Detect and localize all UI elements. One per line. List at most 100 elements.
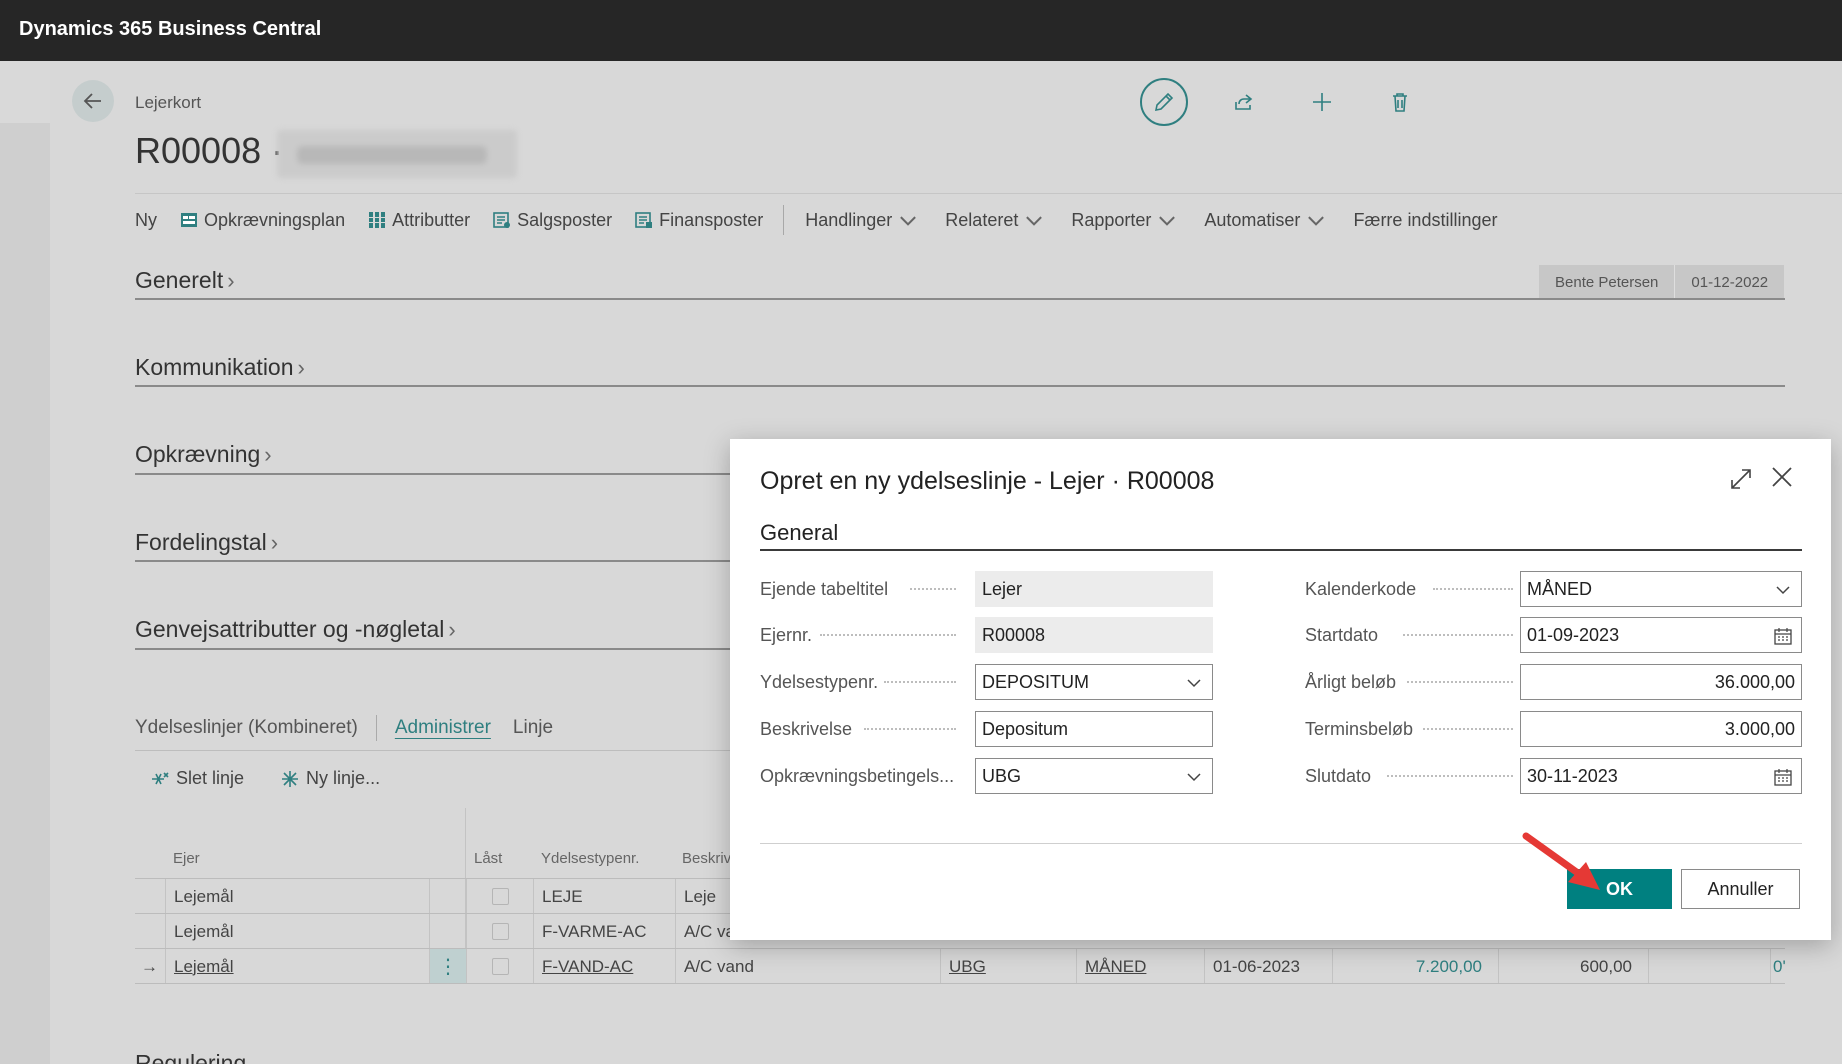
app-title: Dynamics 365 Business Central [19,18,322,40]
cell-owner[interactable]: Lejemål [165,949,429,984]
cell-end-date[interactable]: 0' [1770,949,1785,984]
cell-calendar-link[interactable]: MÅNED [1085,957,1146,977]
row-indicator [135,914,165,949]
chevron-down-icon [1159,216,1176,226]
app-header: Dynamics 365 Business Central [0,0,1842,61]
field-label-term-amount: Terminsbeløb [1305,711,1515,747]
term-amount-input[interactable]: 3.000,00 [1520,711,1802,747]
cell-terms-link[interactable]: UBG [949,957,986,977]
column-header-locked[interactable]: Låst [474,850,502,867]
chevron-down-icon [900,216,917,226]
billing-terms-select[interactable]: UBG [975,758,1213,794]
trash-icon [1393,93,1407,112]
fasttab-billing[interactable]: Opkrævning › [135,441,272,468]
start-date-input[interactable]: 01-09-2023 [1520,617,1802,653]
share-icon [1235,94,1253,110]
tab-line[interactable]: Linje [513,717,553,739]
action-billing-plan[interactable]: Opkrævningsplan [179,210,345,231]
cell-owner-link[interactable]: Lejemål [174,957,234,977]
column-header-description[interactable]: Beskriv [682,850,731,867]
locked-checkbox[interactable] [491,923,509,940]
action-sales-entries[interactable]: Salgsposter [492,210,612,231]
fasttab-divider [135,385,1785,387]
fasttab-distribution-label: Fordelingstal [135,529,267,555]
start-date-value: 01-09-2023 [1527,624,1620,645]
cell-owner[interactable]: Lejemål [165,879,429,914]
delete-line-icon [152,771,169,784]
owner-table-field: Lejer [975,571,1213,607]
yearly-amount-input[interactable]: 36.000,00 [1520,664,1802,700]
cell-type[interactable]: LEJE [533,879,675,914]
action-new-label: Ny [135,209,157,230]
delete-line-label: Slet linje [176,768,245,788]
service-type-select[interactable]: DEPOSITUM [975,664,1213,700]
chevron-down-icon [1026,216,1043,226]
cell-type[interactable]: F-VARME-AC [533,914,675,949]
cell-start-date[interactable]: 01-06-2023 [1204,949,1332,984]
delete-button[interactable] [1378,80,1422,124]
cell-term-amount[interactable]: 600,00 [1498,949,1648,984]
fewer-options-button[interactable]: Færre indstillinger [1353,210,1497,231]
menu-reports[interactable]: Rapporter [1071,210,1182,231]
fasttab-shortcut-attributes[interactable]: Genvejsattributter og -nøgletal › [135,616,456,643]
lines-header: Ydelseslinjer (Kombineret) Administrer L… [135,715,553,741]
date-badge: 01-12-2022 [1674,265,1785,300]
table-row-selected[interactable]: → Lejemål ⋮ F-VAND-AC A/C vand UBG MÅNED… [135,948,1785,984]
cell-locked[interactable] [466,949,533,984]
cell-locked[interactable] [466,914,533,949]
close-icon[interactable] [1768,463,1796,491]
calendar-icon[interactable] [1773,626,1793,646]
action-gl-entries-label: Finansposter [659,209,764,230]
action-attributes[interactable]: Attributter [367,210,470,231]
cell-type[interactable]: F-VAND-AC [533,949,675,984]
cell-yearly-amount[interactable]: 7.200,00 [1332,949,1498,984]
share-button[interactable] [1222,80,1266,124]
new-button[interactable] [1300,80,1344,124]
cell-owner[interactable]: Lejemål [165,914,429,949]
action-gl-entries[interactable]: Finansposter [634,210,763,231]
dialog-section-underline [760,549,1802,551]
service-type-value: DEPOSITUM [982,671,1090,692]
arrow-left-icon [83,93,101,109]
cell-locked[interactable] [466,879,533,914]
fasttab-distribution[interactable]: Fordelingstal › [135,529,278,556]
calendar-code-select[interactable]: MÅNED [1520,571,1802,607]
cell-description[interactable]: A/C vand [675,949,940,984]
description-input[interactable]: Depositum [975,711,1213,747]
row-menu-button[interactable]: ⋮ [429,949,466,984]
fasttab-communication[interactable]: Kommunikation › [135,354,305,381]
tab-manage[interactable]: Administrer [395,717,491,739]
end-date-value: 30-11-2023 [1527,765,1618,786]
calendar-icon[interactable] [1773,767,1793,787]
column-header-owner[interactable]: Ejer [173,850,200,867]
locked-checkbox[interactable] [491,888,509,905]
action-new[interactable]: Ny [135,210,157,231]
cell-type-link[interactable]: F-VAND-AC [542,957,633,977]
fasttab-general[interactable]: Generelt › [135,267,235,294]
delete-line-button[interactable]: Slet linje [150,768,244,789]
cell-description[interactable]: A/C va [675,914,735,949]
cell-description[interactable]: Leje [675,879,735,914]
locked-checkbox[interactable] [491,958,509,975]
column-header-type[interactable]: Ydelsestypenr. [541,850,639,867]
back-button[interactable] [72,80,114,122]
left-navigation-strip [0,61,50,1064]
fasttab-divider [135,298,1785,300]
chevron-right-icon: › [448,617,456,642]
cancel-button[interactable]: Annuller [1681,869,1800,909]
expand-icon[interactable] [1728,466,1754,492]
header-actions [1140,78,1456,126]
header-divider [135,193,1842,194]
cell-calendar[interactable]: MÅNED [1076,949,1204,984]
menu-related[interactable]: Relateret [945,210,1049,231]
edit-button[interactable] [1140,78,1188,126]
end-date-input[interactable]: 30-11-2023 [1520,758,1802,794]
menu-automate[interactable]: Automatiser [1204,210,1331,231]
menu-actions[interactable]: Handlinger [805,210,923,231]
fasttab-shortcut-attributes-label: Genvejsattributter og -nøgletal [135,616,445,642]
cell-terms[interactable]: UBG [940,949,1076,984]
new-line-button[interactable]: Ny linje... [280,768,380,789]
grid-bottom-border [135,983,1785,984]
field-label-start-date: Startdato [1305,617,1515,653]
plan-icon [181,213,197,227]
